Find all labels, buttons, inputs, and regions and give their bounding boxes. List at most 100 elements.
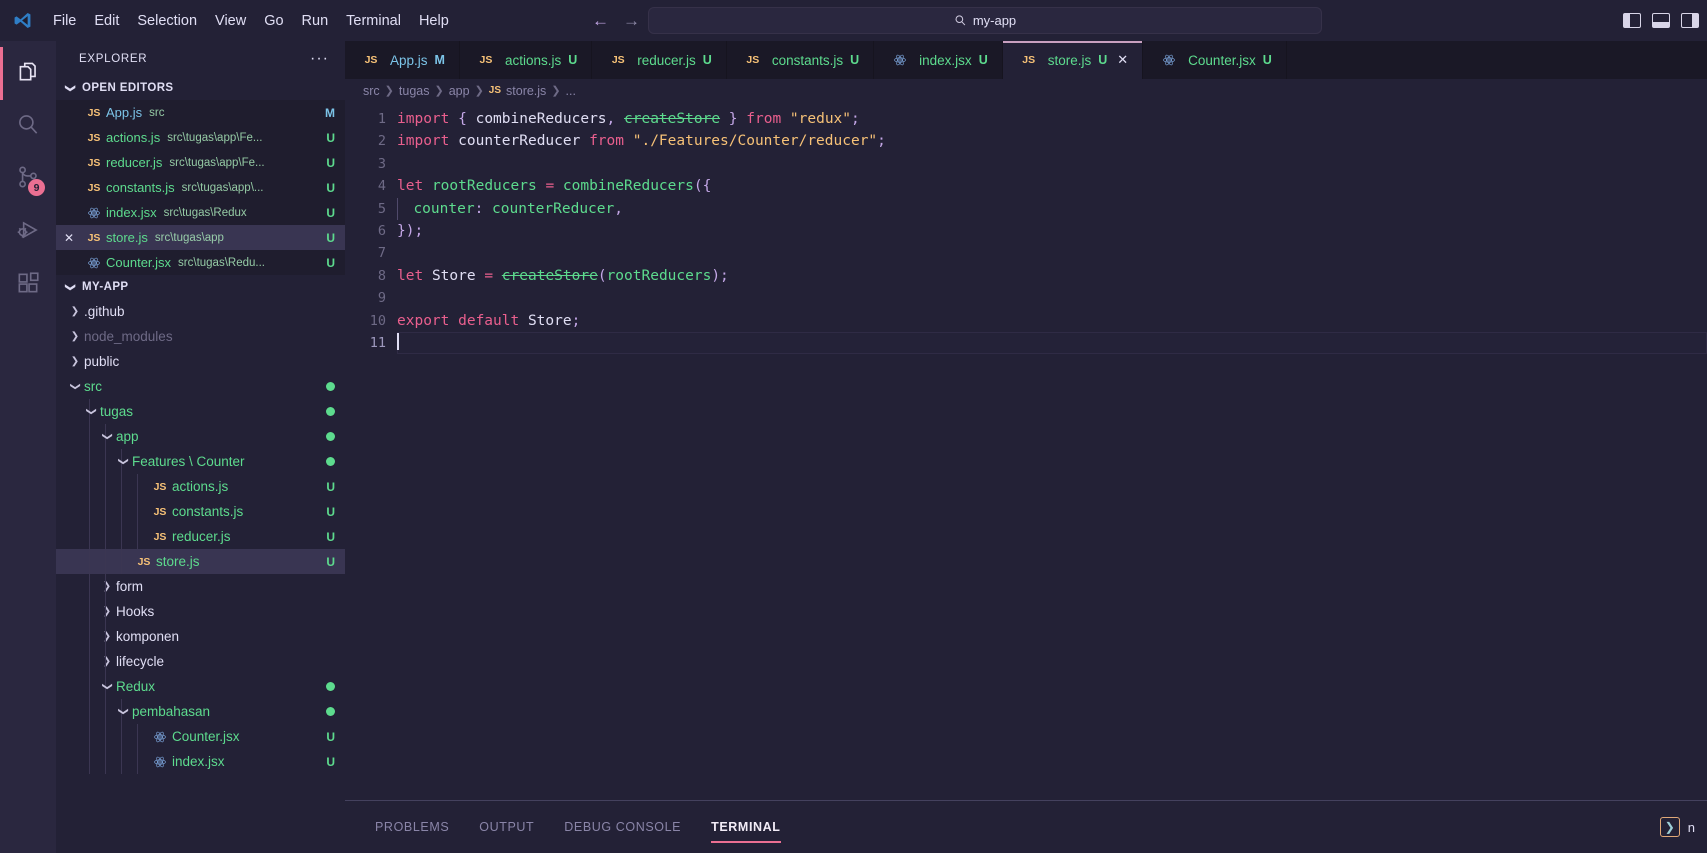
panel-tab-problems[interactable]: PROBLEMS xyxy=(375,801,449,853)
activity-item-source-control[interactable]: 9 xyxy=(0,153,56,206)
chevron-down-icon[interactable]: ❯ xyxy=(70,378,81,396)
tree-file-reducer-js[interactable]: JS reducer.js U xyxy=(56,524,345,549)
sidebar-more-actions-icon[interactable]: ··· xyxy=(310,50,329,66)
open-editor-path: src\tugas\app\... xyxy=(181,181,264,194)
tree-folder-hooks[interactable]: ❯ Hooks xyxy=(56,599,345,624)
explorer-sidebar: EXPLORER ··· ❯ OPEN EDITORS ✕ JS App.js src… xyxy=(56,41,345,853)
tree-folder-pembahasan[interactable]: ❯ pembahasan xyxy=(56,699,345,724)
close-icon[interactable]: ✕ xyxy=(56,206,82,220)
editor-tab-index-jsx[interactable]: index.jsx U xyxy=(874,41,1003,79)
chevron-right-icon[interactable]: ❯ xyxy=(66,331,84,342)
tree-file-actions-js[interactable]: JS actions.js U xyxy=(56,474,345,499)
terminal-chevron-icon[interactable]: ❯ xyxy=(1659,817,1680,837)
tree-folder-redux[interactable]: ❯ Redux xyxy=(56,674,345,699)
toggle-panel-icon[interactable] xyxy=(1652,13,1670,28)
panel-tab-output[interactable]: OUTPUT xyxy=(479,801,534,853)
code-content[interactable]: import { combineReducers, createStore } … xyxy=(397,102,1707,800)
chevron-down-icon[interactable]: ❯ xyxy=(102,678,113,696)
breadcrumb-segment[interactable]: ... xyxy=(566,84,576,98)
tab-label: Counter.jsx xyxy=(1188,52,1256,68)
tree-folder-tugas[interactable]: ❯ tugas xyxy=(56,399,345,424)
open-editor-item-actions-js[interactable]: ✕ JS actions.js src\tugas\app\Fe... U xyxy=(56,125,345,150)
tree-file-store-js[interactable]: JS store.js U xyxy=(56,549,345,574)
chevron-down-icon[interactable]: ❯ xyxy=(118,453,129,471)
activity-item-explorer[interactable] xyxy=(0,47,56,100)
chevron-right-icon[interactable]: ❯ xyxy=(98,631,116,642)
tree-folder-features-counter[interactable]: ❯ Features \ Counter xyxy=(56,449,345,474)
open-editor-item-counter-jsx[interactable]: ✕ Counter.jsx src\tugas\Redu... U xyxy=(56,250,345,275)
chevron-right-icon[interactable]: ❯ xyxy=(66,306,84,317)
close-icon[interactable]: ✕ xyxy=(56,106,82,120)
close-icon[interactable]: ✕ xyxy=(56,181,82,195)
editor-tab-actions-js[interactable]: JS actions.js U xyxy=(459,41,593,79)
line-number-gutter: 1 2 3 4 5 6 7 8 9 10 11 xyxy=(345,102,397,800)
code-editor[interactable]: 1 2 3 4 5 6 7 8 9 10 11 import { combineReducers, … xyxy=(345,102,1707,800)
chevron-down-icon[interactable]: ❯ xyxy=(102,428,113,446)
editor-tab-reducer-js[interactable]: JS reducer.js U xyxy=(592,41,727,79)
chevron-right-icon[interactable]: ❯ xyxy=(98,606,116,617)
menu-help[interactable]: Help xyxy=(410,9,458,33)
close-icon[interactable]: ✕ xyxy=(1117,52,1128,68)
tree-file-counter-jsx[interactable]: Counter.jsx U xyxy=(56,724,345,749)
editor-tab-store-js[interactable]: JS store.js U ✕ xyxy=(1002,41,1144,79)
toggle-primary-sidebar-icon[interactable] xyxy=(1623,13,1641,28)
breadcrumb-segment[interactable]: store.js xyxy=(506,84,546,98)
open-editor-item-reducer-js[interactable]: ✕ JS reducer.js src\tugas\app\Fe... U xyxy=(56,150,345,175)
breadcrumb-segment[interactable]: src xyxy=(363,84,380,98)
close-icon[interactable]: ✕ xyxy=(56,231,82,245)
tree-folder-public[interactable]: ❯ public xyxy=(56,349,345,374)
command-center[interactable]: my-app xyxy=(648,7,1322,34)
tree-file-constants-js[interactable]: JS constants.js U xyxy=(56,499,345,524)
chevron-down-icon[interactable]: ❯ xyxy=(118,703,129,721)
arrow-left-icon[interactable]: ← xyxy=(592,12,609,29)
tree-item-label: tugas xyxy=(100,404,134,419)
tab-git-status: U xyxy=(1098,53,1108,67)
tree-folder-komponen[interactable]: ❯ komponen xyxy=(56,624,345,649)
chevron-down-icon[interactable]: ❯ xyxy=(86,403,97,421)
close-icon[interactable]: ✕ xyxy=(56,131,82,145)
react-file-icon xyxy=(1157,53,1181,67)
section-open-editors[interactable]: ❯ OPEN EDITORS xyxy=(56,76,345,100)
activity-item-run-and-debug[interactable] xyxy=(0,206,56,259)
menu-run[interactable]: Run xyxy=(293,9,338,33)
vscode-logo-icon xyxy=(0,11,44,30)
menu-terminal[interactable]: Terminal xyxy=(337,9,410,33)
close-icon[interactable]: ✕ xyxy=(56,256,82,270)
menu-go[interactable]: Go xyxy=(255,9,292,33)
editor-tab-app-js[interactable]: JS App.js M xyxy=(345,41,460,79)
editor-tab-constants-js[interactable]: JS constants.js U xyxy=(726,41,875,79)
tree-folder--github[interactable]: ❯ .github xyxy=(56,299,345,324)
open-editor-item-app-js[interactable]: ✕ JS App.js src M xyxy=(56,100,345,125)
chevron-right-icon[interactable]: ❯ xyxy=(98,581,116,592)
panel-tab-terminal[interactable]: TERMINAL xyxy=(711,801,781,853)
open-editor-item-store-js[interactable]: ✕ JS store.js src\tugas\app U xyxy=(56,225,345,250)
activity-item-extensions[interactable] xyxy=(0,259,56,312)
breadcrumb-segment[interactable]: app xyxy=(449,84,470,98)
tab-label: store.js xyxy=(1047,52,1092,68)
menu-edit[interactable]: Edit xyxy=(85,9,128,33)
open-editor-item-constants-js[interactable]: ✕ JS constants.js src\tugas\app\... U xyxy=(56,175,345,200)
close-icon[interactable]: ✕ xyxy=(56,156,82,170)
panel-tab-debug-console[interactable]: DEBUG CONSOLE xyxy=(564,801,681,853)
menu-file[interactable]: File xyxy=(44,9,85,33)
activity-item-search[interactable] xyxy=(0,100,56,153)
tree-folder-app[interactable]: ❯ app xyxy=(56,424,345,449)
tree-folder-src[interactable]: ❯ src xyxy=(56,374,345,399)
git-status-badge: U xyxy=(326,230,335,245)
tree-file-index-jsx[interactable]: index.jsx U xyxy=(56,749,345,774)
breadcrumb-segment[interactable]: tugas xyxy=(399,84,430,98)
open-editor-item-index-jsx[interactable]: ✕ index.jsx src\tugas\Redux U xyxy=(56,200,345,225)
menu-selection[interactable]: Selection xyxy=(128,9,206,33)
menu-view[interactable]: View xyxy=(206,9,255,33)
section-workspace[interactable]: ❯ MY-APP xyxy=(56,275,345,299)
open-editor-path: src xyxy=(149,106,165,119)
chevron-right-icon[interactable]: ❯ xyxy=(66,356,84,367)
tree-folder-form[interactable]: ❯ form xyxy=(56,574,345,599)
tree-folder-lifecycle[interactable]: ❯ lifecycle xyxy=(56,649,345,674)
arrow-right-icon[interactable]: → xyxy=(623,12,640,29)
toggle-secondary-sidebar-icon[interactable] xyxy=(1681,13,1699,28)
chevron-right-icon[interactable]: ❯ xyxy=(98,656,116,667)
editor-tab-counter-jsx[interactable]: Counter.jsx U xyxy=(1143,41,1287,79)
tree-folder-node-modules[interactable]: ❯ node_modules xyxy=(56,324,345,349)
